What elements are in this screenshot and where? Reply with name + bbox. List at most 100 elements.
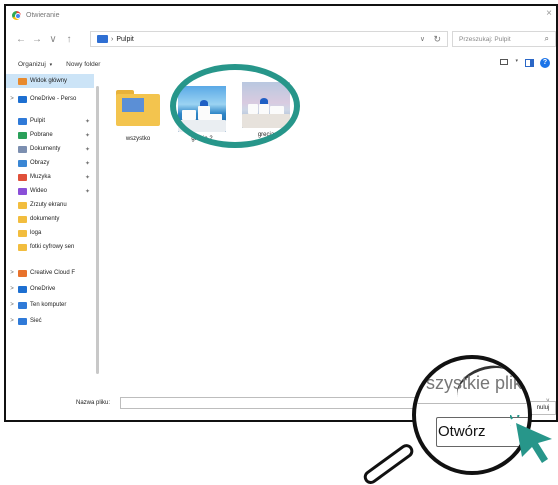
cloud-icon [18, 95, 27, 103]
preview-pane-icon[interactable] [525, 59, 534, 67]
folder-icon [18, 215, 27, 223]
address-bar[interactable]: › Pulpit ∨ ↻ [90, 31, 448, 47]
sidebar-item-label: fotki cyfrowy sen [30, 244, 75, 250]
chevron-right-icon[interactable]: > [6, 318, 18, 324]
cancel-button[interactable]: nuluj [530, 401, 556, 415]
file-name: wszystko [125, 136, 151, 142]
chevron-right-icon[interactable]: > [6, 96, 18, 102]
sidebar-item-label: Pobrane [30, 132, 53, 138]
pin-icon: ✦ [84, 174, 90, 181]
pin-icon: ✦ [84, 188, 90, 195]
file-list: wszystko grecja 2 grecja [104, 74, 556, 394]
sidebar-item-label: loga [30, 230, 42, 236]
pictures-icon [18, 159, 27, 167]
filename-field[interactable] [120, 397, 420, 409]
pin-icon: ✦ [84, 160, 90, 167]
navigation-row: ← → ∨ ↑ › Pulpit ∨ ↻ Przeszukaj: Pulpit … [6, 28, 556, 50]
sidebar-item[interactable]: Pulpit ✦ [6, 114, 94, 128]
sidebar-item[interactable]: Zrzuty ekranu [6, 198, 94, 212]
pin-icon: ✦ [84, 118, 90, 125]
sidebar-item-label: Dokumenty [30, 146, 61, 152]
sidebar-item[interactable]: Widok główny [6, 74, 94, 88]
folder-icon [18, 229, 27, 237]
sidebar-item[interactable]: Pobrane ✦ [6, 128, 94, 142]
sidebar-item-label: Widok główny [30, 78, 68, 84]
file-type-filter[interactable]: szystkie plik [426, 373, 522, 394]
cloud-icon [18, 285, 27, 293]
breadcrumb[interactable]: Pulpit [116, 36, 134, 43]
sidebar-item[interactable]: > Sieć [6, 314, 94, 328]
search-icon[interactable]: ⌕ [545, 34, 549, 44]
sidebar-item[interactable]: dokumenty [6, 212, 94, 226]
home-icon [18, 77, 27, 85]
close-icon[interactable]: × [546, 8, 552, 19]
desktop-icon [18, 117, 27, 125]
sidebar-item[interactable]: fotki cyfrowy sen [6, 240, 94, 254]
sidebar-item-label: Creative Cloud F [30, 270, 76, 276]
pin-icon: ✦ [84, 146, 90, 153]
sidebar-item[interactable]: Dokumenty ✦ [6, 142, 94, 156]
sidebar-item[interactable]: > OneDrive - Perso [6, 92, 94, 106]
view-options-icon[interactable] [500, 59, 508, 65]
open-button-label: Otwórz [438, 423, 486, 440]
sidebar-item[interactable]: Wideo ✦ [6, 184, 94, 198]
chrome-icon [12, 10, 21, 20]
chevron-right-icon[interactable]: > [6, 270, 18, 276]
navigation-scrollbar[interactable] [95, 74, 99, 394]
folder-icon [114, 86, 162, 132]
pointer-cursor-icon [510, 415, 552, 463]
folder-icon [18, 201, 27, 209]
search-input[interactable]: Przeszukaj: Pulpit ⌕ [452, 31, 556, 47]
search-placeholder: Przeszukaj: Pulpit [459, 35, 511, 43]
desktop-icon [97, 35, 108, 43]
sidebar-item-label: Zrzuty ekranu [30, 202, 67, 208]
scrollbar-thumb[interactable] [96, 86, 99, 374]
forward-icon[interactable]: → [30, 34, 44, 45]
sidebar-item[interactable]: > Ten komputer [6, 298, 94, 312]
chevron-right-icon[interactable]: > [6, 286, 18, 292]
network-icon [18, 317, 27, 325]
computer-icon [18, 301, 27, 309]
new-folder-button[interactable]: Nowy folder [66, 61, 100, 68]
navigation-pane: Widok główny > OneDrive - Perso Pulpit ✦ Pobr… [6, 74, 94, 394]
sidebar-item-label: Wideo [30, 188, 48, 194]
sidebar-item-label: Muzyka [30, 174, 51, 180]
sidebar-item[interactable]: > OneDrive [6, 282, 94, 296]
sidebar-item-label: OneDrive [30, 286, 56, 292]
window-title: Otwieranie [26, 11, 60, 19]
folder-icon [18, 243, 27, 251]
chevron-right-icon[interactable]: > [6, 302, 18, 308]
sidebar-item[interactable]: Muzyka ✦ [6, 170, 94, 184]
back-icon[interactable]: ← [14, 34, 28, 45]
sidebar-item[interactable]: > Creative Cloud F [6, 266, 94, 280]
sidebar-item-label: Obrazy [30, 160, 50, 166]
download-icon [18, 131, 27, 139]
filter-divider [416, 403, 528, 404]
recent-locations-icon[interactable]: ∨ [46, 34, 60, 45]
help-icon[interactable]: ? [540, 58, 550, 68]
video-icon [18, 187, 27, 195]
title-bar: Otwieranie × [6, 6, 556, 24]
up-icon[interactable]: ↑ [62, 34, 76, 45]
refresh-icon[interactable]: ↻ [433, 34, 441, 45]
organize-label: Organizuj [18, 60, 46, 68]
sidebar-item[interactable]: loga [6, 226, 94, 240]
chevron-down-icon: ▾ [49, 61, 53, 68]
file-item-folder[interactable]: wszystko [112, 86, 164, 142]
sidebar-item-label: Ten komputer [30, 302, 67, 308]
chevron-down-icon[interactable]: ▾ [515, 58, 518, 64]
pin-icon: ✦ [84, 132, 90, 139]
sidebar-item[interactable]: Obrazy ✦ [6, 156, 94, 170]
creative-cloud-icon [18, 269, 27, 277]
command-bar: Organizuj ▾ Nowy folder ▾ ? [6, 56, 556, 72]
breadcrumb-separator: › [111, 35, 114, 43]
sidebar-item-label: OneDrive - Perso [30, 96, 77, 102]
sidebar-item-label: Pulpit [30, 118, 46, 124]
organize-button[interactable]: Organizuj ▾ [18, 61, 52, 68]
chevron-down-icon[interactable]: ∨ [420, 35, 425, 43]
documents-icon [18, 145, 27, 153]
sidebar-item-label: Sieć [30, 318, 42, 324]
sidebar-item-label: dokumenty [30, 216, 60, 222]
music-icon [18, 173, 27, 181]
filename-label: Nazwa pliku: [76, 400, 111, 406]
